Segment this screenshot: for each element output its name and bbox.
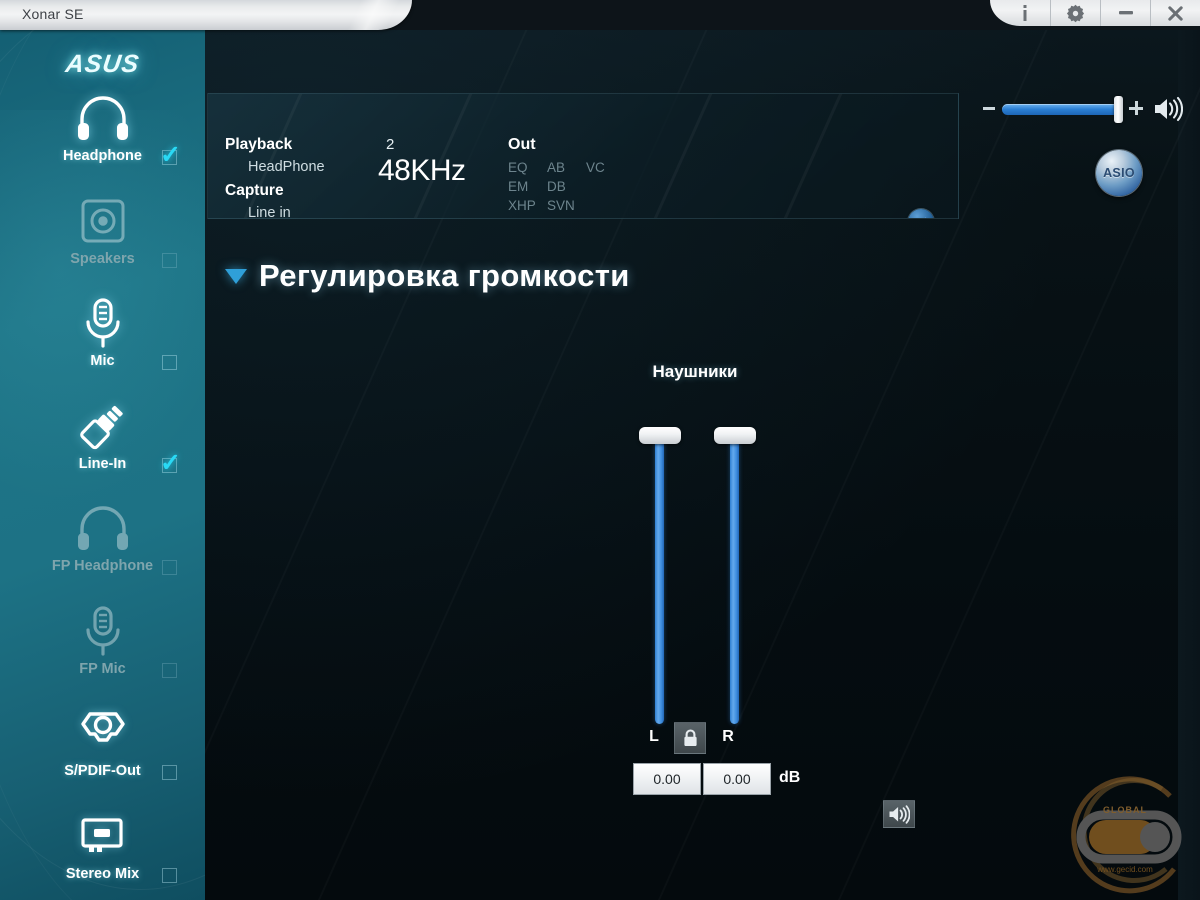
mic-icon (0, 603, 205, 659)
channel-label-left: L (649, 728, 659, 745)
panel-right-strip (1178, 30, 1200, 900)
volume-control-block: Наушники L R 0.00 0.00 dB (205, 30, 1178, 900)
spdif-out-icon (0, 705, 205, 761)
stereo-mix-icon (0, 808, 205, 864)
settings-gear-button[interactable] (1050, 0, 1100, 26)
sidebar-item-fp-headphone[interactable]: FP Headphone (0, 500, 205, 588)
channel-label-right: R (722, 728, 734, 745)
sidebar-checkbox-fp-headphone[interactable] (160, 558, 180, 578)
volume-value-left-input[interactable]: 0.00 (633, 763, 701, 795)
slider-handle[interactable] (639, 427, 681, 444)
svg-text:www.gecid.com: www.gecid.com (1096, 865, 1153, 874)
mute-toggle-button[interactable] (883, 800, 915, 828)
title-tab: Xonar SE (0, 0, 412, 30)
sidebar-checkbox-speakers[interactable] (160, 251, 180, 271)
window-title: Xonar SE (22, 6, 84, 22)
headphone-icon (0, 90, 205, 146)
channel-labels-row: L R (625, 722, 775, 754)
xonar-se-application: Xonar SE ASUS Headphone ✓ Speakers Mic L… (0, 0, 1200, 900)
sidebar-item-fp-mic[interactable]: FP Mic (0, 603, 205, 691)
svg-text:GLOBAL: GLOBAL (1103, 805, 1147, 815)
sidebar-nav: ASUS Headphone ✓ Speakers Mic Line-In ✓ … (0, 30, 205, 900)
volume-value-right-input[interactable]: 0.00 (703, 763, 771, 795)
close-button[interactable] (1150, 0, 1200, 26)
title-bar: Xonar SE (0, 0, 1200, 30)
speakers-icon (0, 193, 205, 249)
volume-group-header: Наушники (652, 362, 738, 381)
minimize-button[interactable] (1100, 0, 1150, 26)
volume-value-row: 0.00 0.00 dB (627, 763, 807, 797)
sidebar-item-speakers[interactable]: Speakers (0, 193, 205, 281)
line-in-icon (0, 398, 205, 454)
volume-slider-right[interactable] (714, 427, 756, 727)
lock-icon[interactable] (674, 722, 706, 754)
sidebar-checkbox-mic[interactable] (160, 353, 180, 373)
sidebar-item-headphone[interactable]: Headphone ✓ (0, 90, 205, 178)
slider-handle[interactable] (714, 427, 756, 444)
info-button[interactable] (1000, 0, 1050, 26)
asus-logo: ASUS (63, 50, 142, 78)
volume-slider-left[interactable] (639, 427, 681, 727)
sidebar-checkbox-stereo-mix[interactable] (160, 866, 180, 886)
slider-track[interactable] (655, 439, 664, 724)
sidebar-item-stereo-mix[interactable]: Stereo Mix (0, 808, 205, 896)
sidebar-checkbox-headphone[interactable]: ✓ (160, 143, 181, 168)
slider-track[interactable] (730, 439, 739, 724)
sidebar-item-mic[interactable]: Mic (0, 295, 205, 383)
sidebar-checkbox-fp-mic[interactable] (160, 661, 180, 681)
gecid-watermark-logo: GLOBAL www.gecid.com (1058, 772, 1193, 897)
volume-unit-label: dB (779, 769, 801, 786)
sidebar-item-spdif-out[interactable]: S/PDIF-Out (0, 705, 205, 793)
headphone-icon (0, 500, 205, 556)
sidebar-checkbox-spdif-out[interactable] (160, 763, 180, 783)
main-content-panel: Playback HeadPhone Capture Line in 2 48K… (205, 30, 1200, 900)
sidebar-checkbox-line-in[interactable]: ✓ (160, 451, 181, 476)
mic-icon (0, 295, 205, 351)
window-controls (990, 0, 1200, 26)
sidebar-item-line-in[interactable]: Line-In ✓ (0, 398, 205, 486)
